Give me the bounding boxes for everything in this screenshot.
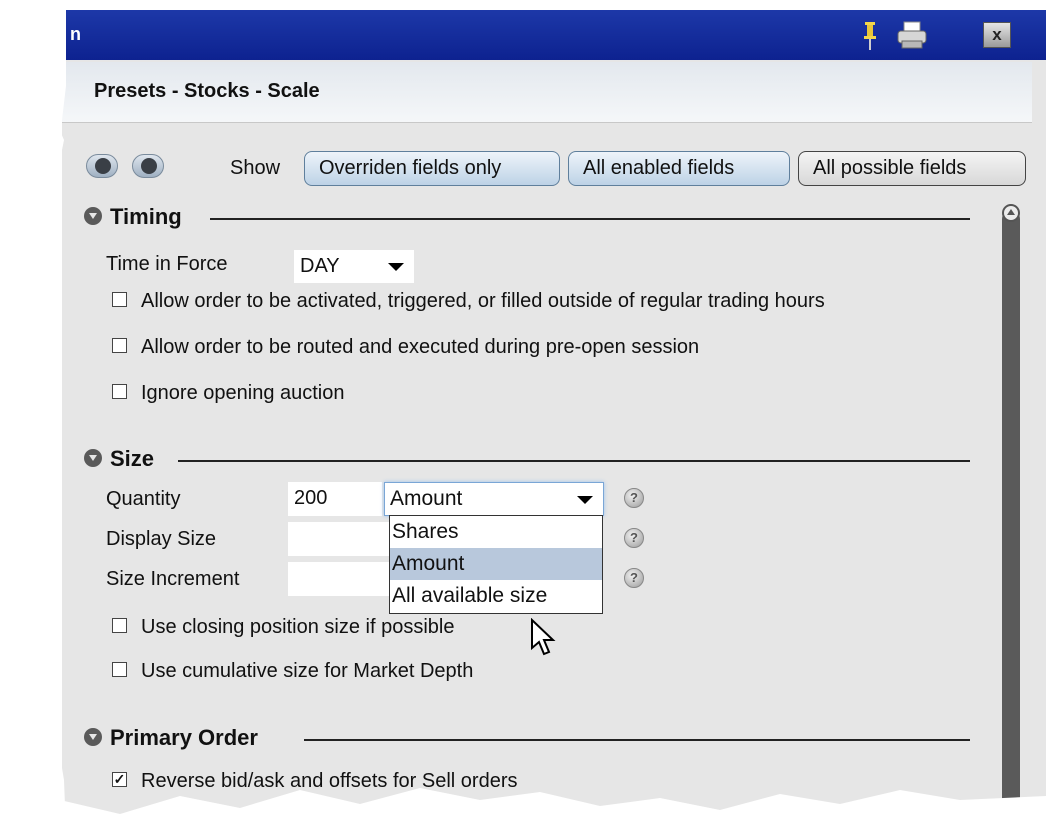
mouse-pointer-icon [531,618,556,656]
size-section-title: Size [110,446,155,471]
closing-position-checkbox[interactable] [112,618,127,634]
torn-edge-left [0,0,66,832]
help-icon[interactable]: ? [624,528,644,548]
back-icon [95,158,111,174]
size-divider [178,460,970,462]
filter-enabled-button[interactable]: All enabled fields [568,151,790,186]
collapse-icon [84,728,102,747]
display-size-label: Display Size [106,528,217,550]
outside-hours-label: Allow order to be activated, triggered, … [141,290,825,312]
size-section-toggle[interactable]: Size [84,446,154,476]
size-unit-value: Amount [390,487,463,510]
filter-possible-button[interactable]: All possible fields [798,151,1026,186]
timing-section-title: Timing [110,204,182,229]
close-button[interactable]: x [983,22,1011,48]
outside-hours-option[interactable]: Allow order to be activated, triggered, … [112,290,825,313]
primary-order-section-title: Primary Order [110,725,258,750]
scroll-up-icon[interactable] [1002,204,1020,222]
menu-item-all-available[interactable]: All available size [390,580,602,612]
show-label: Show [230,157,281,179]
timing-divider [210,218,970,220]
quantity-input[interactable]: 200 [288,482,382,516]
forward-icon [141,158,157,174]
size-unit-select[interactable]: Amount [384,482,604,516]
window-title: n [70,24,81,44]
page-title: Presets - Stocks - Scale [94,80,320,102]
close-icon: x [992,25,1002,44]
presets-window: n x Presets - Stocks - Scale Show Overri… [62,10,1046,832]
ignore-auction-label: Ignore opening auction [141,382,345,404]
pre-open-option[interactable]: Allow order to be routed and executed du… [112,336,699,359]
cumulative-size-checkbox[interactable] [112,662,127,678]
primary-order-section-toggle[interactable]: Primary Order [84,725,258,755]
menu-item-shares[interactable]: Shares [390,516,602,548]
quantity-label: Quantity [106,488,181,510]
size-unit-menu: Shares Amount All available size [389,515,603,614]
back-button[interactable] [86,154,118,178]
chevron-down-icon [577,496,593,504]
size-increment-input[interactable] [288,562,392,596]
time-in-force-select[interactable]: DAY [294,250,414,283]
chevron-down-icon [388,263,404,271]
forward-button[interactable] [132,154,164,178]
timing-section-toggle[interactable]: Timing [84,204,182,234]
vertical-scrollbar[interactable] [1002,210,1020,830]
cumulative-size-option[interactable]: Use cumulative size for Market Depth [112,660,473,683]
help-icon[interactable]: ? [624,488,644,508]
collapse-icon [84,449,102,468]
time-in-force-value: DAY [300,255,340,277]
title-bar[interactable]: n x [62,10,1046,60]
time-in-force-label: Time in Force [106,253,228,275]
filter-overriden-button[interactable]: Overriden fields only [304,151,560,186]
pre-open-label: Allow order to be routed and executed du… [141,336,700,358]
ignore-auction-checkbox[interactable] [112,384,127,400]
menu-item-amount[interactable]: Amount [390,548,602,580]
outside-hours-checkbox[interactable] [112,292,127,308]
cumulative-size-label: Use cumulative size for Market Depth [141,660,474,682]
closing-position-option[interactable]: Use closing position size if possible [112,616,455,639]
help-icon[interactable]: ? [624,568,644,588]
size-increment-label: Size Increment [106,568,240,590]
print-icon[interactable] [896,21,928,49]
closing-position-label: Use closing position size if possible [141,616,455,638]
pre-open-checkbox[interactable] [112,338,127,354]
pin-icon[interactable] [862,20,878,52]
torn-edge-bottom [0,788,1046,832]
header-bar: Presets - Stocks - Scale [62,62,1032,123]
primary-order-divider [304,739,970,741]
collapse-icon [84,207,102,226]
display-size-input[interactable] [288,522,392,556]
ignore-auction-option[interactable]: Ignore opening auction [112,382,345,405]
